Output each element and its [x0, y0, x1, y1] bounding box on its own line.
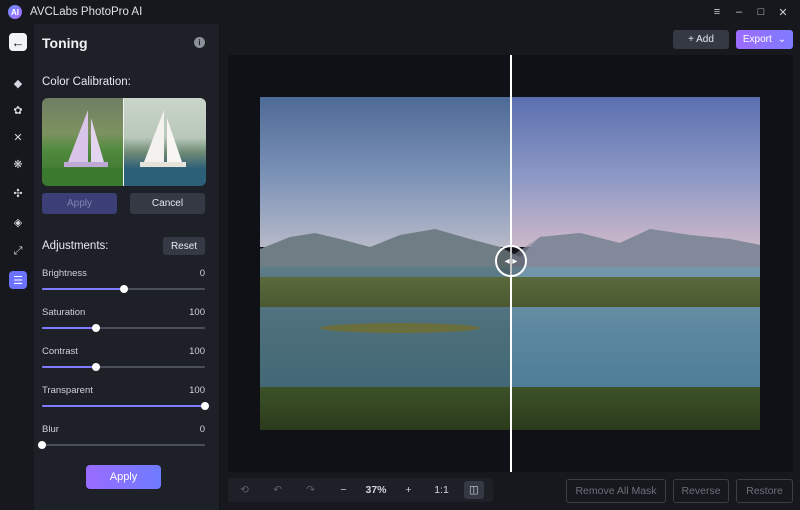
- close-icon[interactable]: ✕: [772, 6, 794, 19]
- panel-title: Toning: [42, 35, 88, 51]
- menu-icon[interactable]: ≡: [706, 6, 728, 18]
- slider-knob[interactable]: [201, 402, 209, 410]
- back-arrow-icon[interactable]: ←: [9, 33, 27, 51]
- slider-saturation[interactable]: Saturation 100: [42, 307, 205, 337]
- preview-before: [42, 98, 123, 186]
- zoom-out-icon[interactable]: −: [327, 478, 360, 502]
- slider-knob[interactable]: [120, 285, 128, 293]
- redo-icon[interactable]: ↷: [294, 478, 327, 502]
- slider-value: 100: [189, 385, 205, 396]
- preview-divider: [123, 98, 124, 186]
- slider-knob[interactable]: [92, 363, 100, 371]
- upscale-icon[interactable]: ⤢: [9, 242, 27, 260]
- app-logo-icon: AI: [8, 5, 22, 19]
- view-toolbar: ⟲ ↶ ↷ − 37% + 1:1 ◫: [228, 478, 493, 502]
- tool-rail: ← ◆ ✿ ✕ ❋ ✣ ◈ ⤢ ☰: [0, 24, 34, 510]
- maximize-icon[interactable]: □: [750, 6, 772, 18]
- slider-value: 100: [189, 346, 205, 357]
- slider-fill: [42, 405, 205, 407]
- preview-after: [124, 98, 206, 186]
- slider-label: Blur: [42, 424, 59, 435]
- slider-label: Brightness: [42, 268, 87, 279]
- add-button[interactable]: + Add: [673, 30, 729, 49]
- background-icon[interactable]: ❋: [9, 155, 27, 173]
- remove-all-mask-button[interactable]: Remove All Mask: [566, 479, 666, 503]
- reset-view-icon[interactable]: ⟲: [228, 478, 261, 502]
- reverse-button[interactable]: Reverse: [673, 479, 729, 503]
- slider-fill: [42, 366, 96, 368]
- slider-value: 100: [189, 307, 205, 318]
- slider-fill: [42, 288, 124, 290]
- slider-track[interactable]: [42, 444, 205, 446]
- zoom-in-icon[interactable]: +: [392, 478, 425, 502]
- actual-size-button[interactable]: 1:1: [425, 478, 458, 502]
- title-bar: AI AVCLabs PhotoPro AI ≡ – □ ✕: [0, 0, 800, 24]
- app-title: AVCLabs PhotoPro AI: [30, 6, 143, 18]
- reset-button[interactable]: Reset: [163, 237, 205, 255]
- replace-icon[interactable]: ✣: [9, 184, 27, 202]
- calibration-apply-button[interactable]: Apply: [42, 193, 117, 214]
- slider-knob[interactable]: [38, 441, 46, 449]
- calibration-cancel-button[interactable]: Cancel: [130, 193, 205, 214]
- slider-knob[interactable]: [92, 324, 100, 332]
- calibration-preview[interactable]: [42, 98, 206, 186]
- export-label: Export: [742, 34, 772, 45]
- slider-value: 0: [199, 424, 205, 435]
- sailboat-after-icon: [124, 110, 206, 186]
- colorize-icon[interactable]: ◈: [9, 213, 27, 231]
- slider-label: Saturation: [42, 307, 86, 318]
- undo-icon[interactable]: ↶: [261, 478, 294, 502]
- zoom-level: 37%: [365, 484, 387, 496]
- enhance-icon[interactable]: ✕: [9, 128, 27, 146]
- toning-panel: Toning i Color Calibration: Apply Cancel…: [34, 24, 220, 510]
- export-button[interactable]: Export ⌄: [736, 30, 793, 49]
- compare-toggle-icon[interactable]: ◫: [464, 481, 484, 499]
- chevron-down-icon: ⌄: [777, 34, 787, 45]
- slider-label: Contrast: [42, 346, 78, 357]
- sailboat-before-icon: [42, 110, 123, 186]
- adjustments-label: Adjustments:: [42, 240, 109, 252]
- compare-handle[interactable]: ◂ ▸: [495, 245, 527, 277]
- slider-label: Transparent: [42, 385, 93, 396]
- eraser-icon[interactable]: ◆: [9, 74, 27, 92]
- minimize-icon[interactable]: –: [728, 6, 750, 18]
- apply-button[interactable]: Apply: [86, 465, 161, 489]
- slider-value: 0: [199, 268, 205, 279]
- slider-transparent[interactable]: Transparent 100: [42, 385, 209, 415]
- slider-fill: [42, 327, 96, 329]
- toning-icon[interactable]: ☰: [9, 271, 27, 289]
- slider-brightness[interactable]: Brightness 0: [42, 268, 205, 298]
- image-canvas[interactable]: ◂ ▸: [228, 55, 793, 472]
- photo-small-island: [320, 323, 480, 333]
- slider-blur[interactable]: Blur 0: [38, 424, 205, 454]
- window-controls: ≡ – □ ✕: [706, 0, 794, 24]
- slider-contrast[interactable]: Contrast 100: [42, 346, 205, 376]
- info-icon[interactable]: i: [194, 37, 205, 48]
- restore-button[interactable]: Restore: [736, 479, 793, 503]
- color-calibration-label: Color Calibration:: [42, 76, 131, 88]
- object-remove-icon[interactable]: ✿: [9, 101, 27, 119]
